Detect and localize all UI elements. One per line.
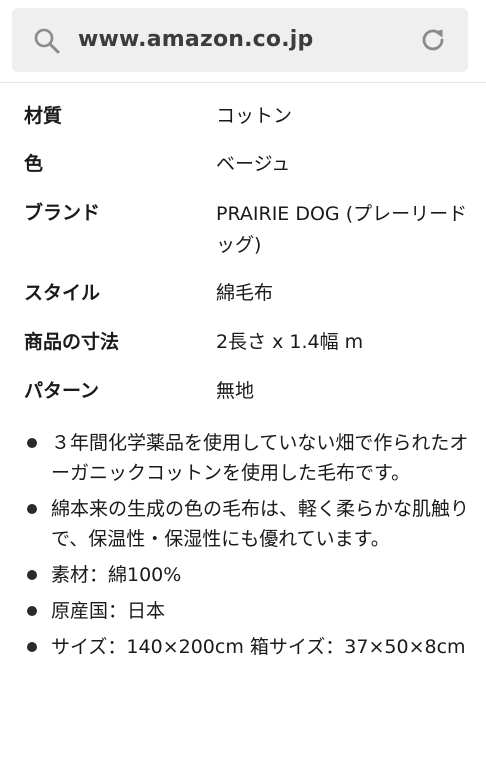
feature-bullet-list: ３年間化学薬品を使用していない畑で作られたオーガニックコットンを使用した毛布です… bbox=[0, 428, 486, 668]
search-icon[interactable] bbox=[32, 26, 62, 56]
bullet-text: 原産国：日本 bbox=[51, 600, 166, 622]
list-item: 素材：綿100% bbox=[0, 560, 486, 590]
spec-value: 2長さ x 1.4幅 m bbox=[216, 331, 364, 353]
spec-value: 綿毛布 bbox=[216, 282, 274, 304]
bullet-dot-icon bbox=[27, 642, 37, 652]
bullet-dot-icon bbox=[27, 606, 37, 616]
list-item: 綿本来の生成の色の毛布は、軽く柔らかな肌触りで、保温性・保湿性にも優れています。 bbox=[0, 494, 486, 554]
list-item: 原産国：日本 bbox=[0, 596, 486, 626]
browser-toolbar: www.amazon.co.jp bbox=[0, 0, 486, 83]
spec-key: パターン bbox=[24, 380, 100, 402]
bullet-text: サイズ：140×200cm 箱サイズ：37×50×8cm bbox=[51, 636, 466, 658]
bullet-text: 綿本来の生成の色の毛布は、軽く柔らかな肌触りで、保温性・保湿性にも優れています。 bbox=[51, 498, 470, 550]
url-text[interactable]: www.amazon.co.jp bbox=[78, 8, 313, 72]
address-bar[interactable]: www.amazon.co.jp bbox=[12, 8, 468, 72]
bullet-text: 素材：綿100% bbox=[51, 564, 182, 586]
spec-key: ブランド bbox=[24, 202, 101, 224]
spec-key: スタイル bbox=[24, 282, 101, 304]
bullet-dot-icon bbox=[27, 438, 37, 448]
spec-value: PRAIRIE DOG (プレーリードッグ) bbox=[216, 203, 468, 256]
bullet-dot-icon bbox=[27, 504, 37, 514]
bullet-dot-icon bbox=[27, 570, 37, 580]
spec-key: 材質 bbox=[24, 105, 63, 127]
list-item: サイズ：140×200cm 箱サイズ：37×50×8cm bbox=[0, 632, 486, 662]
spec-value: 無地 bbox=[216, 380, 255, 402]
spec-value: ベージュ bbox=[216, 153, 291, 175]
bullet-text: ３年間化学薬品を使用していない畑で作られたオーガニックコットンを使用した毛布です… bbox=[51, 432, 469, 484]
spec-key: 商品の寸法 bbox=[24, 331, 120, 353]
spec-value: コットン bbox=[216, 105, 293, 127]
list-item: ３年間化学薬品を使用していない畑で作られたオーガニックコットンを使用した毛布です… bbox=[0, 428, 486, 488]
reload-icon[interactable] bbox=[418, 25, 448, 55]
spec-key: 色 bbox=[24, 153, 44, 175]
